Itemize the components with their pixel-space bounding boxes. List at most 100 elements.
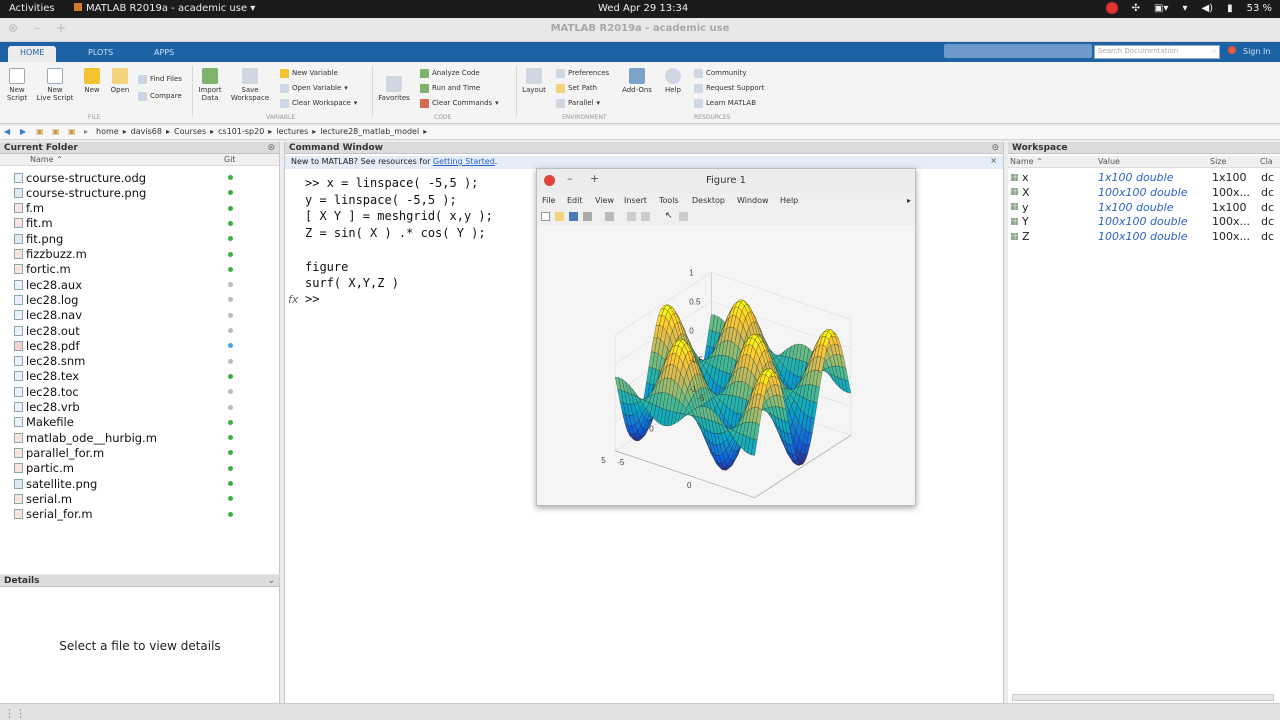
breadcrumb-item[interactable]: cs101-sp20 bbox=[218, 127, 264, 136]
list-item[interactable]: course-structure.png bbox=[14, 185, 264, 200]
layout-button[interactable]: Layout bbox=[520, 68, 548, 94]
command-prompt[interactable]: >> bbox=[305, 292, 319, 306]
table-row[interactable]: ▦ y 1x100 double 1x100 dc bbox=[1008, 200, 1280, 215]
parallel-button[interactable]: Parallel ▾ bbox=[556, 98, 600, 108]
panel-options-icon[interactable]: ⊙ bbox=[267, 142, 275, 154]
table-row[interactable]: ▦ x 1x100 double 1x100 dc bbox=[1008, 170, 1280, 185]
ws-col-class[interactable]: Cla bbox=[1260, 157, 1273, 166]
column-header-name[interactable]: Name ⌃ bbox=[30, 155, 63, 164]
clock[interactable]: Wed Apr 29 13:34 bbox=[598, 3, 688, 14]
list-item[interactable]: fit.png bbox=[14, 231, 264, 246]
breadcrumb-item[interactable]: lecture28_matlab_model bbox=[320, 127, 419, 136]
new-figure-icon[interactable] bbox=[541, 212, 550, 221]
column-header-git[interactable]: Git bbox=[224, 155, 236, 164]
list-item[interactable]: lec28.out bbox=[14, 323, 264, 338]
open-variable-button[interactable]: Open Variable ▾ bbox=[280, 83, 348, 93]
system-tray[interactable]: ✣ ▣▾ ▾ ◀) ▮ 53 % bbox=[1105, 2, 1272, 14]
find-files-button[interactable]: Find Files bbox=[138, 74, 182, 84]
property-inspector-icon[interactable] bbox=[679, 212, 688, 221]
new-button[interactable]: New bbox=[80, 68, 104, 94]
list-item[interactable]: lec28.vrb bbox=[14, 400, 264, 415]
preferences-button[interactable]: Preferences bbox=[556, 68, 609, 78]
tab-plots[interactable]: PLOTS bbox=[76, 46, 125, 62]
app-menu[interactable]: MATLAB R2019a - academic use ▾ bbox=[74, 3, 255, 14]
battery-icon[interactable]: ▮ bbox=[1227, 3, 1233, 14]
edit-plot-pointer-icon[interactable]: ↖ bbox=[665, 211, 673, 221]
open-button[interactable]: Open bbox=[108, 68, 132, 94]
volume-icon[interactable]: ◀) bbox=[1201, 3, 1213, 14]
help-button[interactable]: Help bbox=[660, 68, 686, 94]
getting-started-link[interactable]: Getting Started bbox=[433, 157, 495, 166]
forward-arrow-icon[interactable]: ▶ bbox=[20, 127, 26, 136]
link-plot-icon[interactable] bbox=[605, 212, 614, 221]
figure-window[interactable]: – + Figure 1 File Edit View Insert Tools… bbox=[536, 168, 916, 514]
tab-home[interactable]: HOME bbox=[8, 46, 57, 62]
menu-edit[interactable]: Edit bbox=[567, 196, 583, 205]
table-row[interactable]: ▦ Z 100x100 double 100x... dc bbox=[1008, 229, 1280, 244]
details-header[interactable]: Details ⌄ bbox=[0, 575, 279, 587]
search-documentation-input[interactable]: Search Documentation bbox=[1094, 45, 1220, 59]
breadcrumb-item[interactable]: Courses bbox=[174, 127, 206, 136]
wifi-icon[interactable]: ▾ bbox=[1182, 3, 1187, 14]
chrome-icon[interactable] bbox=[1105, 2, 1118, 14]
network-settings-icon[interactable]: ✣ bbox=[1132, 3, 1140, 14]
ws-col-name[interactable]: Name ⌃ bbox=[1010, 157, 1043, 166]
menu-help[interactable]: Help bbox=[780, 196, 798, 205]
print-icon[interactable] bbox=[583, 212, 592, 221]
back-arrow-icon[interactable]: ◀ bbox=[4, 127, 10, 136]
menu-window[interactable]: Window bbox=[737, 196, 769, 205]
table-row[interactable]: ▦ Y 100x100 double 100x... dc bbox=[1008, 214, 1280, 229]
sign-in-link[interactable]: Sign In bbox=[1243, 47, 1270, 56]
list-item[interactable]: partic.m bbox=[14, 461, 264, 476]
breadcrumb-item[interactable]: home bbox=[96, 127, 119, 136]
menu-insert[interactable]: Insert bbox=[624, 196, 647, 205]
list-item[interactable]: fortic.m bbox=[14, 262, 264, 277]
new-script-button[interactable]: New Script bbox=[4, 68, 30, 102]
menu-tools[interactable]: Tools bbox=[659, 196, 679, 205]
figure-title-bar[interactable]: – + Figure 1 bbox=[537, 169, 915, 193]
new-variable-button[interactable]: New Variable bbox=[280, 68, 338, 78]
list-item[interactable]: lec28.nav bbox=[14, 308, 264, 323]
list-item[interactable]: f.m bbox=[14, 201, 264, 216]
clear-workspace-button[interactable]: Clear Workspace ▾ bbox=[280, 98, 357, 108]
menu-view[interactable]: View bbox=[595, 196, 614, 205]
run-and-time-button[interactable]: Run and Time bbox=[420, 83, 480, 93]
save-icon[interactable] bbox=[569, 212, 578, 221]
set-path-button[interactable]: Set Path bbox=[556, 83, 597, 93]
window-icon[interactable]: ▣▾ bbox=[1154, 3, 1168, 14]
up-folder-icon[interactable]: ▣ bbox=[36, 127, 44, 136]
list-item[interactable]: fit.m bbox=[14, 216, 264, 231]
close-banner-icon[interactable]: × bbox=[990, 156, 997, 165]
list-item[interactable]: lec28.aux bbox=[14, 277, 264, 292]
legend-icon[interactable] bbox=[641, 212, 650, 221]
colorbar-icon[interactable] bbox=[627, 212, 636, 221]
table-row[interactable]: ▦ X 100x100 double 100x... dc bbox=[1008, 185, 1280, 200]
add-ons-button[interactable]: Add-Ons bbox=[620, 68, 654, 94]
menu-file[interactable]: File bbox=[542, 196, 555, 205]
list-item[interactable]: lec28.pdf bbox=[14, 338, 264, 353]
activities-button[interactable]: Activities bbox=[9, 3, 55, 14]
list-item[interactable]: lec28.snm bbox=[14, 354, 264, 369]
search-icon[interactable]: ⌕ bbox=[1212, 46, 1217, 56]
compare-button[interactable]: Compare bbox=[138, 91, 182, 101]
request-support-link[interactable]: Request Support bbox=[694, 83, 764, 93]
surface-plot[interactable]: 10.50-0.5-150-5-505 bbox=[537, 225, 915, 514]
list-item[interactable]: lec28.toc bbox=[14, 384, 264, 399]
figure-canvas[interactable]: 10.50-0.5-150-5-505 bbox=[537, 225, 915, 514]
open-file-icon[interactable] bbox=[555, 212, 564, 221]
list-item[interactable]: parallel_for.m bbox=[14, 445, 264, 460]
ws-col-value[interactable]: Value bbox=[1098, 157, 1120, 166]
community-link[interactable]: Community bbox=[694, 68, 747, 78]
import-data-button[interactable]: Import Data bbox=[196, 68, 224, 102]
list-item[interactable]: matlab_ode__hurbig.m bbox=[14, 430, 264, 445]
clear-commands-button[interactable]: Clear Commands ▾ bbox=[420, 98, 499, 108]
learn-matlab-link[interactable]: Learn MATLAB bbox=[694, 98, 756, 108]
panel-options-icon[interactable]: ⊙ bbox=[991, 142, 999, 154]
menu-desktop[interactable]: Desktop bbox=[692, 196, 725, 205]
list-item[interactable]: lec28.tex bbox=[14, 369, 264, 384]
menu-overflow-icon[interactable]: ▸ bbox=[907, 196, 911, 205]
browse-folder-icon[interactable]: ▣ bbox=[52, 127, 60, 136]
fx-icon[interactable]: fx bbox=[288, 293, 298, 306]
list-item[interactable]: serial.m bbox=[14, 491, 264, 506]
list-item[interactable]: lec28.log bbox=[14, 292, 264, 307]
